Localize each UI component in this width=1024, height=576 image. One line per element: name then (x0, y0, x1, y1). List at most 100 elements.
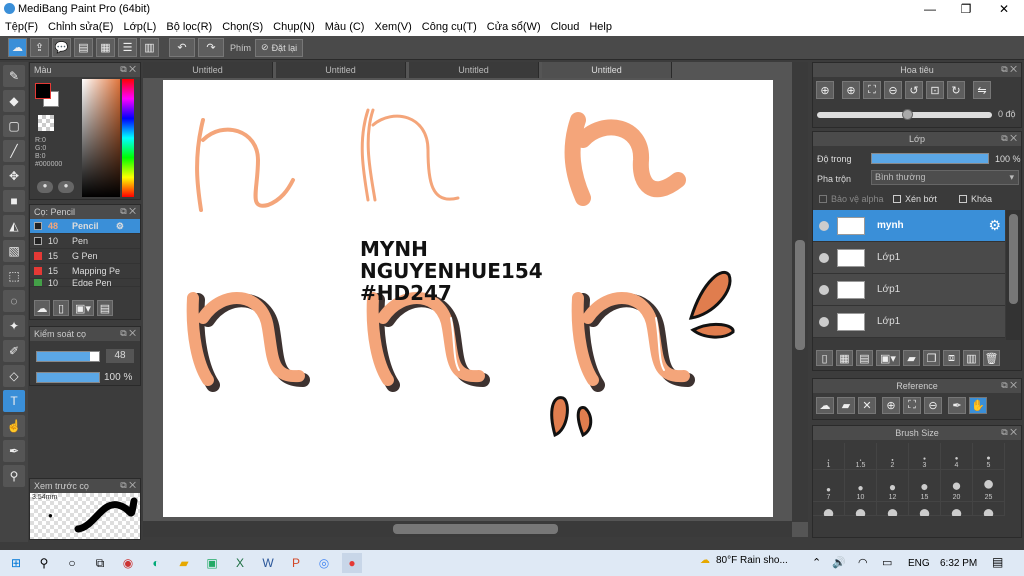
menu-view[interactable]: Xem(V) (374, 21, 411, 33)
brush-size-cell[interactable]: ● 1.5 (845, 443, 877, 470)
menu-cloud[interactable]: Cloud (551, 21, 580, 33)
clip-checkbox[interactable]: Xén bớt (893, 194, 937, 204)
brush-size-cell[interactable]: ● 10 (845, 470, 877, 502)
wifi-icon[interactable]: ◠ (858, 556, 868, 569)
brush-size-cell[interactable]: ● (941, 502, 973, 516)
brush-tool-icon[interactable]: ✎ (3, 65, 25, 87)
cloud-ref-icon[interactable]: ☁ (816, 397, 834, 414)
transparent-swatch[interactable] (38, 115, 54, 131)
menu-tools[interactable]: Công cụ(T) (422, 21, 477, 33)
brush-size-cell[interactable]: ● 15 (909, 470, 941, 502)
edge-icon[interactable]: ◐ (146, 553, 166, 573)
cloud-icon[interactable]: ☁ (8, 38, 27, 57)
vertical-scrollbar[interactable] (792, 62, 808, 522)
brush-item[interactable]: 10 Pen (30, 234, 140, 249)
layer-row[interactable]: mynh ⚙ (813, 210, 1005, 242)
select-eraser-icon[interactable]: ◇ (3, 365, 25, 387)
new-halftone-layer-icon[interactable]: ▦ (836, 350, 853, 366)
flip-icon[interactable]: ⇋ (973, 81, 991, 99)
document-icon[interactable]: ▦ (96, 38, 115, 57)
close-ref-icon[interactable]: ✕ (858, 397, 876, 414)
brush-size-cell[interactable]: ● 4 (941, 443, 973, 470)
text-tool-icon[interactable]: T (3, 390, 25, 412)
gradient-tool-icon[interactable]: ▧ (3, 240, 25, 262)
chrome-icon[interactable]: ◎ (314, 553, 334, 573)
brush-size-cell[interactable]: ● 3 (909, 443, 941, 470)
hue-slider[interactable] (122, 79, 134, 197)
new-layer-icon[interactable]: ▯ (816, 350, 833, 366)
store-icon[interactable]: ▣ (202, 553, 222, 573)
brush-size-cell[interactable]: ● 12 (877, 470, 909, 502)
foreground-color-swatch[interactable] (35, 83, 51, 99)
fill-rect-tool-icon[interactable]: ■ (3, 190, 25, 212)
minimize-button[interactable]: — (912, 0, 948, 18)
word-icon[interactable]: W (258, 553, 278, 573)
reset-view-icon[interactable]: ⊡ (926, 81, 944, 99)
vertical-scroll-thumb[interactable] (795, 240, 805, 350)
size-value[interactable]: 48 (106, 349, 134, 363)
dropper-tool-icon[interactable]: ✒ (3, 440, 25, 462)
layer-row[interactable]: Lớp1 (813, 242, 1005, 274)
folder-icon[interactable]: ▰ (903, 350, 920, 366)
duplicate-layer-icon[interactable]: ❐ (923, 350, 940, 366)
merge-layer-icon[interactable]: ⧈ (943, 350, 960, 366)
horizontal-scrollbar[interactable] (143, 521, 792, 537)
menu-select[interactable]: Chọn(S) (222, 21, 263, 33)
trash-icon[interactable]: 🗑 (983, 350, 1000, 366)
lock-checkbox[interactable]: Khóa (959, 194, 992, 204)
redo-icon[interactable]: ↷ (198, 38, 224, 57)
open-folder-icon[interactable]: ▰ (837, 397, 855, 414)
swap-icon[interactable]: ● (58, 181, 74, 193)
layer-scroll-thumb[interactable] (1009, 214, 1018, 304)
menu-window[interactable]: Cửa sổ(W) (487, 21, 541, 33)
panel-close-icon[interactable]: ⧉ ✕ (1001, 64, 1017, 75)
select-tool-icon[interactable]: ⬚ (3, 265, 25, 287)
excel-icon[interactable]: X (230, 553, 250, 573)
layer-row[interactable]: Lớp1 (813, 306, 1005, 338)
eyedropper-icon[interactable]: ⚲ (3, 465, 25, 487)
menu-edit[interactable]: Chỉnh sửa(E) (48, 21, 113, 33)
file-explorer-icon[interactable]: ▰ (174, 553, 194, 573)
add-layer-menu-icon[interactable]: ▣▾ (876, 350, 900, 366)
menu-file[interactable]: Tệp(F) (5, 21, 38, 33)
panel-close-icon[interactable]: ⧉ ✕ (120, 480, 136, 491)
brush-size-cell[interactable]: ● 20 (941, 470, 973, 502)
visibility-icon[interactable] (819, 316, 829, 327)
move-tool-icon[interactable]: ✥ (3, 165, 25, 187)
menu-filter[interactable]: Bộ lọc(R) (166, 21, 212, 33)
new-brush-icon[interactable]: ▯ (53, 300, 69, 316)
menu-help[interactable]: Help (589, 21, 612, 33)
opacity-slider[interactable] (36, 372, 100, 383)
cloud-brush-icon[interactable]: ☁ (34, 300, 50, 316)
layer-properties-icon[interactable]: ▥ (963, 350, 980, 366)
zoom-in-icon[interactable]: ⊕ (816, 81, 834, 99)
undo-icon[interactable]: ↶ (169, 38, 195, 57)
panel-close-icon[interactable]: ⧉ ✕ (120, 64, 136, 75)
close-button[interactable]: ✕ (986, 0, 1022, 18)
document-tab-active[interactable]: Untitled (542, 62, 672, 78)
brush-settings-icon[interactable]: ▤ (97, 300, 113, 316)
powerpoint-icon[interactable]: P (286, 553, 306, 573)
network-icon[interactable]: ⌃ (812, 556, 821, 569)
comment-icon[interactable]: 💬 (52, 38, 71, 57)
panel-close-icon[interactable]: ⧉ ✕ (1001, 380, 1017, 391)
brush-size-cell[interactable]: ● (877, 502, 909, 516)
grid-icon[interactable]: ▥ (140, 38, 159, 57)
drawing-canvas[interactable]: MYNH NGUYENHUE154 #HD247 (163, 80, 773, 517)
language-indicator[interactable]: ENG (908, 558, 930, 569)
brush-size-cell[interactable]: ● (909, 502, 941, 516)
brush-size-cell[interactable]: ● 5 (973, 443, 1005, 470)
layer-opacity-slider[interactable] (871, 153, 989, 164)
visibility-icon[interactable] (819, 220, 829, 231)
panel-close-icon[interactable]: ⧉ ✕ (120, 206, 136, 217)
panel-close-icon[interactable]: ⧉ ✕ (1001, 427, 1017, 438)
size-slider[interactable] (36, 351, 100, 362)
brush-size-cell[interactable]: ● 7 (813, 470, 845, 502)
document-tab[interactable]: Untitled (409, 62, 539, 78)
new-8bit-layer-icon[interactable]: ▤ (856, 350, 873, 366)
brush-size-cell[interactable]: ● (845, 502, 877, 516)
layer-scrollbar[interactable] (1006, 210, 1021, 340)
app-icon-1[interactable]: ◉ (118, 553, 138, 573)
menu-capture[interactable]: Chụp(N) (273, 21, 315, 33)
rotate-right-icon[interactable]: ↻ (947, 81, 965, 99)
